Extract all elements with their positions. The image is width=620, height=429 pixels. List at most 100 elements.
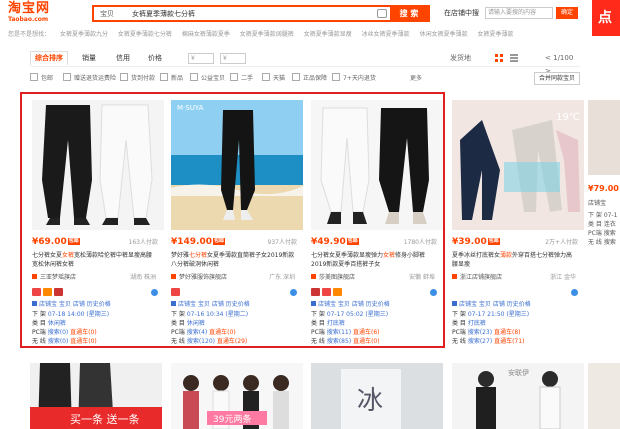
- pc-stats: PC端 搜索(23) 直通车(8): [452, 329, 521, 336]
- merge-same-items-button[interactable]: 合并同款宝贝: [533, 72, 580, 85]
- shop-name[interactable]: 梦好雅服饰旗舰店: [171, 274, 227, 282]
- suggestion-item[interactable]: 女裤夏季薄款显瘦: [304, 31, 352, 38]
- price-from-input[interactable]: ¥: [188, 53, 214, 64]
- sold-count: 937人付款: [267, 239, 297, 246]
- mobile-stats: 无 线 搜索(27) 直通车(71): [452, 338, 525, 345]
- product-title[interactable]: 七分裤女夏季薄款显瘦弹力女裤修身小脚裤2019新款夏季百搭裤子女: [311, 251, 437, 269]
- product-image[interactable]: [32, 100, 164, 230]
- product-title[interactable]: 七分裤女夏女裤宽松薄款哈伦裤中裤显瘦高腰宽松休闲裤女裤: [32, 251, 158, 269]
- product-image[interactable]: 买一条 送一条: [30, 363, 162, 429]
- plugin-links[interactable]: 店铺宝 宝贝 店铺 历史价格: [311, 301, 390, 309]
- product-card[interactable]: ¥49.90 包邮 1780人付款 七分裤女夏季薄款显瘦弹力女裤修身小脚裤2019…: [311, 100, 443, 345]
- card4-label: 安联伊: [508, 368, 529, 377]
- header: 淘宝网 Taobao.com 宝贝 女裤夏季薄款七分裤 搜 索 在店铺中搜 请输…: [0, 0, 620, 27]
- product-image[interactable]: M·SUYA: [171, 100, 303, 230]
- filter-new[interactable]: 新品: [160, 72, 183, 86]
- product-card-partial[interactable]: ¥79.00 店铺宝 下 架 07-1 类 目 连衣 PC端 搜索 无 线 搜索: [588, 100, 620, 343]
- wangwang-icon[interactable]: [430, 289, 437, 296]
- suggestion-prefix: 您是不是想找：: [8, 31, 51, 38]
- product-card[interactable]: 19℃ ¥39.00 包邮 2万+人付款 夏季冰丝打底裤女薄款外穿百搭七分裤弹力高…: [452, 100, 584, 345]
- filter-bar: 包邮 赠送退货运费险 货到付款 新品 公益宝贝 二手 天猫 正品保障 7+天内退…: [30, 72, 580, 86]
- sold-count: 163人付款: [128, 239, 158, 246]
- suggestion-item[interactable]: 女裤夏季薄款: [478, 31, 514, 38]
- product-image[interactable]: 39元两条: [171, 363, 303, 429]
- in-shop-label: 在店铺中搜: [444, 9, 479, 17]
- search-scope-select[interactable]: 宝贝: [100, 8, 114, 20]
- tab-price[interactable]: 价格: [148, 52, 162, 65]
- filter-secondhand[interactable]: 二手: [230, 72, 253, 86]
- shop-name[interactable]: 浙江店铺旗舰店: [452, 274, 502, 282]
- filter-charity[interactable]: 公益宝贝: [190, 72, 225, 86]
- pc-stats: PC端 搜索(0) 直通车(0): [32, 329, 97, 336]
- product-title[interactable]: 梦好雅七分裤女夏季薄款直筒裤子女2019新款八分裤破洞休闲裤: [171, 251, 297, 269]
- sold-count: 1780人付款: [403, 239, 437, 246]
- filter-genuine[interactable]: 正品保障: [292, 72, 327, 86]
- tab-sales[interactable]: 销量: [82, 52, 96, 65]
- service-tags: [32, 288, 158, 297]
- wangwang-icon[interactable]: [571, 289, 578, 296]
- product-image[interactable]: [588, 363, 620, 429]
- partial-line: 店铺宝: [588, 200, 607, 207]
- camera-icon[interactable]: [377, 9, 387, 18]
- product-title[interactable]: 夏季冰丝打底裤女薄款外穿百搭七分裤弹力高腰显瘦: [452, 251, 578, 269]
- product-image[interactable]: 冰: [311, 363, 443, 429]
- filter-return-insurance[interactable]: 赠送退货运费险: [63, 72, 116, 86]
- location-select[interactable]: 发货地: [450, 52, 471, 65]
- taobao-logo[interactable]: 淘宝网 Taobao.com: [8, 2, 66, 24]
- product-image[interactable]: [588, 100, 620, 175]
- search-button[interactable]: 搜 索: [390, 7, 428, 20]
- suggestion-item[interactable]: 冰丝女裤夏季薄款: [362, 31, 410, 38]
- search-input[interactable]: 女裤夏季薄款七分裤: [132, 8, 195, 20]
- mobile-stats: 无 线 搜索(85) 直通车(0): [311, 338, 380, 345]
- more-filters-button[interactable]: 更多: [410, 72, 422, 86]
- category: 类 目 打底裤: [452, 320, 486, 327]
- logo-en: Taobao.com: [8, 16, 49, 23]
- prev-page-button[interactable]: <: [545, 54, 551, 62]
- promo-banner[interactable]: 点: [592, 0, 620, 36]
- mobile-stats: 无 线 搜索(120) 直通车(29): [171, 338, 248, 345]
- filter-tmall[interactable]: 天猫: [262, 72, 285, 86]
- plugin-links[interactable]: 店铺宝 宝贝 店铺 历史价格: [452, 301, 531, 309]
- price-to-input[interactable]: ¥: [220, 53, 246, 64]
- delist-time: 下 架 07-16 10:34 (星期二): [171, 311, 249, 318]
- in-shop-input[interactable]: 请输入要搜的内容: [485, 7, 553, 19]
- shop-city: 安徽 蚌埠: [409, 274, 435, 281]
- suggestion-item[interactable]: 休闲女裤夏季薄款: [420, 31, 468, 38]
- plugin-icon: [311, 301, 316, 306]
- suggestion-item[interactable]: 女裤夏季薄款阔腿裤: [240, 31, 294, 38]
- in-shop-confirm-button[interactable]: 确定: [556, 7, 578, 19]
- partial-line: 无 线 搜索: [588, 239, 616, 246]
- free-shipping-badge: 包邮: [213, 238, 226, 245]
- suggestion-item[interactable]: 棉麻女裤薄款夏季: [182, 31, 230, 38]
- filter-cod[interactable]: 货到付款: [120, 72, 155, 86]
- product-price: ¥39.00 包邮: [452, 237, 500, 247]
- wangwang-icon[interactable]: [290, 289, 297, 296]
- partial-line: 类 目 连衣: [588, 221, 616, 228]
- plugin-links[interactable]: 店铺宝 宝贝 店铺 历史价格: [32, 301, 111, 309]
- product-image[interactable]: [311, 100, 443, 230]
- suggestion-item[interactable]: 女裤夏季薄款七分裤: [118, 31, 172, 38]
- search-suggestions: 您是不是想找： 女裤夏季薄款九分 女裤夏季薄款七分裤 棉麻女裤薄款夏季 女裤夏季…: [8, 29, 588, 41]
- filter-free-shipping[interactable]: 包邮: [30, 72, 53, 86]
- mobile-stats: 无 线 搜索(0) 直通车(0): [32, 338, 97, 345]
- product-image[interactable]: 19℃: [452, 100, 584, 230]
- category: 类 目 休闲裤: [171, 320, 205, 327]
- product-card[interactable]: ¥69.00 包邮 163人付款 七分裤女夏女裤宽松薄款哈伦裤中裤显瘦高腰宽松休闲…: [32, 100, 164, 345]
- suggestion-item[interactable]: 女裤夏季薄款九分: [60, 31, 108, 38]
- list-view-icon[interactable]: [510, 54, 518, 62]
- shop-name[interactable]: 莎美图旗舰店: [311, 274, 355, 282]
- product-image[interactable]: 安联伊: [452, 363, 584, 429]
- tab-default-sort[interactable]: 综合排序: [30, 51, 68, 65]
- plugin-links[interactable]: 店铺宝 宝贝 店铺 历史价格: [171, 301, 250, 309]
- pc-stats: PC端 搜索(4) 直通车(0): [171, 329, 236, 336]
- search-bar: 宝贝 女裤夏季薄款七分裤 搜 索: [92, 5, 430, 22]
- shop-name[interactable]: 三亚梦瑶旗店: [32, 274, 76, 282]
- tab-credit[interactable]: 信用: [116, 52, 130, 65]
- product-card[interactable]: M·SUYA ¥149.00 包邮 937人付款 梦好雅七分裤女夏季薄款直筒裤子女…: [171, 100, 303, 345]
- grid-view-icon[interactable]: [495, 54, 503, 62]
- product-price: ¥149.00 包邮: [171, 237, 226, 247]
- wangwang-icon[interactable]: [151, 289, 158, 296]
- filter-7day-return[interactable]: 7+天内退货: [332, 72, 376, 86]
- delist-time: 下 架 07-17 21:50 (星期三): [452, 311, 530, 318]
- product-price: ¥79.00: [588, 184, 619, 193]
